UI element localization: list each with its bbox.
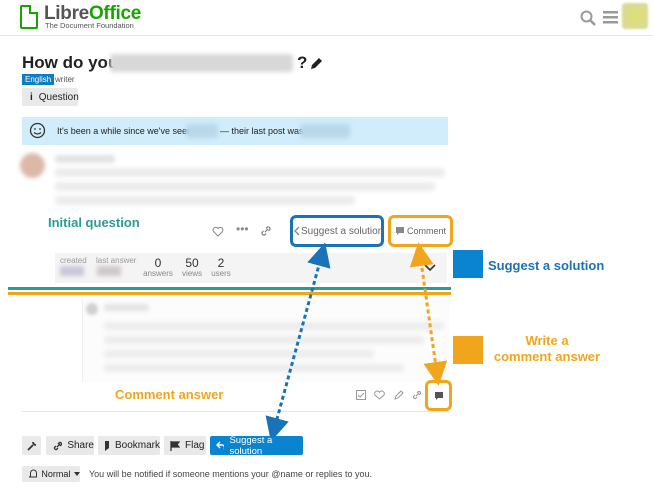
post-line [55,168,445,177]
share-button[interactable]: Share [46,436,94,455]
smile-icon [29,122,46,139]
link-icon[interactable] [412,390,422,400]
tag-english[interactable]: English [22,74,55,85]
comment-icon [396,227,404,235]
wrench-icon [26,441,36,451]
link-icon[interactable] [260,225,272,237]
admin-wrench-button[interactable] [22,436,41,455]
annotation-suggest-solution: Suggest a solution [488,258,605,273]
title-blurred [110,54,293,72]
comment-line [104,336,424,344]
notice-blurred-date [300,124,350,138]
users-label: users [211,269,231,278]
post-author [55,155,115,163]
page-title: How do you [22,53,119,72]
post-line [55,182,435,191]
chevron-down-icon[interactable] [424,264,436,272]
post-line [55,196,355,205]
last-answer-avatar[interactable] [97,266,121,276]
bell-icon [29,469,38,478]
comment-line [104,322,444,330]
flag-icon [170,440,180,451]
annotation-write-comment: Write a comment answer [493,333,601,364]
legend-blue-swatch [453,250,483,278]
answers-label: answers [143,269,173,278]
link-icon [53,441,63,450]
suggest-solution-button[interactable]: Suggest a solution [301,226,383,237]
created-avatar[interactable] [60,266,84,276]
flag-button[interactable]: Flag [164,436,206,455]
more-icon[interactable]: ••• [236,222,249,236]
notification-level-dropdown[interactable]: Normal [22,466,80,482]
footer-suggest-solution-button[interactable]: Suggest a solution [210,435,303,457]
bookmark-icon [105,440,109,451]
post-avatar[interactable] [20,153,45,178]
avatar[interactable] [622,3,648,29]
heart-icon[interactable] [212,226,224,237]
notice-blurred-user [186,124,218,138]
notification-text: You will be notified if someone mentions… [89,469,372,479]
bookmark-button[interactable]: Bookmark [98,436,160,455]
hamburger-menu-icon[interactable] [603,10,619,25]
separator [22,411,450,412]
comment-button[interactable]: Comment [407,226,446,236]
comment-line [104,350,374,358]
reply-icon [216,441,225,450]
notice-text-2: — their last post was [220,126,304,136]
answers-count: 0 [154,256,162,270]
divider-orange [8,292,451,295]
annotation-comment-answer: Comment answer [115,387,224,402]
comment-line [104,364,404,372]
annotation-arrows [265,242,448,442]
comment-avatar[interactable] [86,303,98,315]
logo-icon[interactable] [20,5,38,29]
divider-green [8,287,451,290]
heart-icon[interactable] [374,390,385,400]
info-icon: i [30,91,33,103]
users-count: 2 [217,256,225,270]
comment-icon[interactable] [434,391,444,401]
views-count: 50 [185,256,199,270]
check-icon[interactable] [356,390,366,400]
comment-author [104,304,149,311]
created-label: created [60,256,87,265]
notice-text: It's been a while since we've seen [57,126,193,136]
edit-icon[interactable] [394,390,404,400]
last-answer-label: last answer [96,256,137,265]
legend-orange-swatch [453,336,483,364]
search-icon[interactable] [580,10,596,26]
title-suffix: ? [297,53,308,72]
tag-writer[interactable]: writer [55,75,75,84]
edit-pencil-icon[interactable] [309,57,323,71]
views-label: views [181,269,202,278]
caret-down-icon [74,472,80,476]
logo-subtitle: The Document Foundation [45,21,134,30]
annotation-initial-question: Initial question [48,215,140,230]
question-badge: i Question [22,88,79,106]
